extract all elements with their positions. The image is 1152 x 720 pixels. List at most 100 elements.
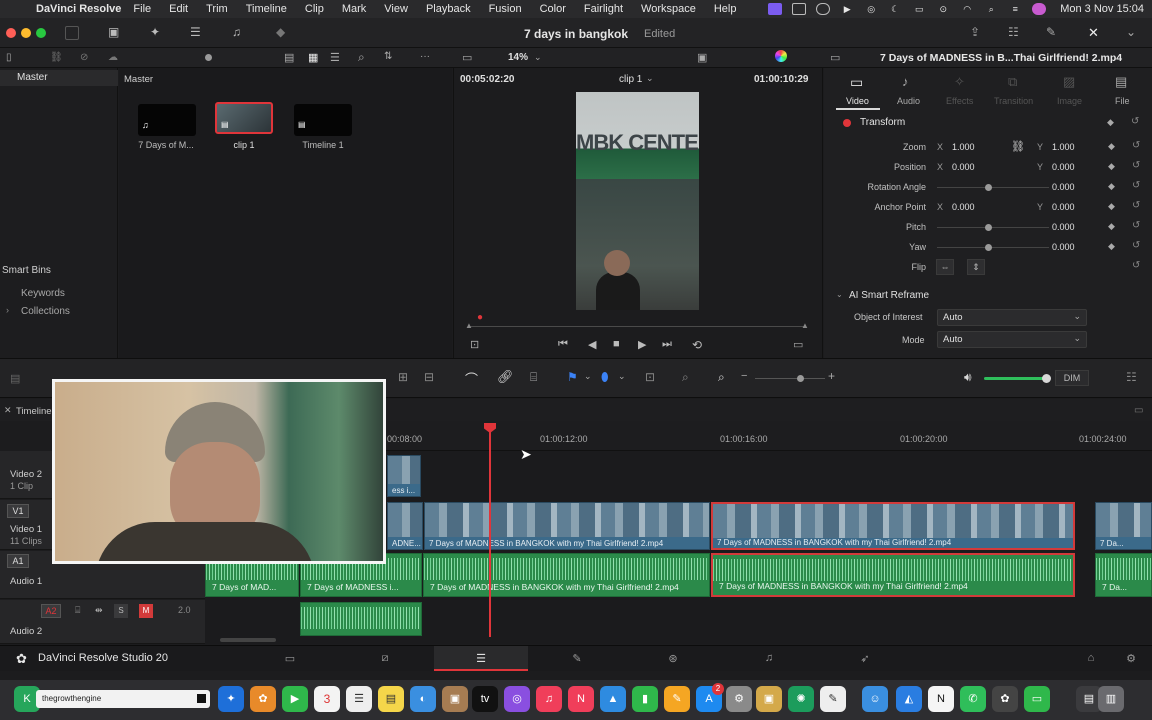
mixer-toggle-icon[interactable]: ☷: [1126, 370, 1137, 384]
unlink-icon[interactable]: ⊘: [80, 52, 88, 63]
keynote-icon[interactable]: ▲: [600, 686, 626, 712]
position-y-value[interactable]: 0.000: [1052, 162, 1075, 172]
scrubber-track[interactable]: [470, 326, 806, 327]
sound-library-icon[interactable]: ♫: [232, 25, 241, 39]
overwrite-icon[interactable]: ⊟: [424, 370, 434, 384]
viewer-frame[interactable]: MBK CENTER: [576, 92, 699, 310]
pitch-slider-track[interactable]: [937, 227, 1049, 228]
close-timeline-icon[interactable]: ✕: [4, 405, 12, 416]
list-view-icon[interactable]: ☰: [330, 51, 340, 64]
clip-thumbnail-selected[interactable]: ▤: [215, 102, 273, 134]
timeline-thumbnail[interactable]: ▤: [294, 104, 352, 136]
tab-effects[interactable]: Effects: [946, 96, 973, 106]
tab-video[interactable]: Video: [846, 96, 869, 106]
zoom-y-value[interactable]: 1.000: [1052, 142, 1075, 152]
inspector-panel-icon[interactable]: ▭: [830, 51, 840, 64]
sort-icon[interactable]: ⇅: [384, 51, 392, 62]
reset-icon[interactable]: ↺: [1132, 220, 1140, 231]
finder-icon[interactable]: ☺: [862, 686, 888, 712]
image-tab-icon[interactable]: ▨: [1063, 74, 1075, 90]
audio-tab-icon[interactable]: ♪: [902, 74, 909, 89]
flip-vertical-icon[interactable]: ⇕: [967, 259, 985, 275]
rotation-slider-handle[interactable]: [985, 184, 992, 191]
close-window-button[interactable]: [6, 28, 16, 38]
anchor-x-value[interactable]: 0.000: [952, 202, 975, 212]
preview-icon[interactable]: ◐: [410, 686, 436, 712]
in-marker-icon[interactable]: ▲: [465, 321, 473, 330]
edit-index-icon[interactable]: ☰: [190, 25, 201, 39]
menu-timeline[interactable]: Timeline: [246, 3, 287, 15]
solo-button[interactable]: S: [114, 604, 128, 618]
calendar-icon[interactable]: 3: [314, 686, 340, 712]
screen-record-icon[interactable]: [768, 3, 783, 15]
clip-thumbnail-audio[interactable]: ♫: [138, 104, 196, 136]
chevron-down-icon[interactable]: ⌄: [618, 371, 626, 382]
volume-slider-track[interactable]: [984, 377, 1046, 380]
flip-horizontal-icon[interactable]: ⇔: [936, 259, 954, 275]
collections-bin[interactable]: Collections: [21, 306, 70, 317]
cinema-view-icon[interactable]: ▭: [793, 338, 803, 351]
dim-button[interactable]: DIM: [1055, 370, 1089, 386]
facetime-icon[interactable]: ▶: [282, 686, 308, 712]
record-timecode[interactable]: 01:00:10:29: [754, 74, 808, 85]
effects-icon[interactable]: ✦: [150, 25, 160, 39]
position-x-value[interactable]: 0.000: [952, 162, 975, 172]
viewer-options-icon[interactable]: ▣: [697, 51, 707, 64]
transition-tab-icon[interactable]: ⧉: [1008, 74, 1017, 90]
video-clip[interactable]: 7 Days of MADNESS in BANGKOK with my Tha…: [424, 502, 710, 550]
mode-select[interactable]: Auto ⌄: [937, 331, 1087, 348]
pitch-value[interactable]: 0.000: [1052, 222, 1075, 232]
keyframe-icon[interactable]: ◆: [1108, 221, 1115, 232]
moon-icon[interactable]: ☾: [888, 3, 902, 15]
reset-icon[interactable]: ↺: [1132, 240, 1140, 251]
keyframe-icon[interactable]: ◆: [1107, 117, 1114, 128]
zoom-in-icon[interactable]: +: [828, 369, 835, 383]
track-code[interactable]: V1: [7, 504, 29, 518]
video-clip-selected[interactable]: 7 Days of MADNESS in BANGKOK with my Tha…: [711, 502, 1075, 550]
skip-back-icon[interactable]: ⏮: [558, 338, 568, 351]
whatsapp-icon[interactable]: ✆: [960, 686, 986, 712]
chevron-right-icon[interactable]: ›: [6, 305, 9, 315]
file-tab-icon[interactable]: ▤: [1115, 74, 1127, 90]
menu-workspace[interactable]: Workspace: [641, 3, 696, 15]
thumbnail-view-icon[interactable]: ▦: [308, 51, 318, 64]
viewer-clip-name[interactable]: clip 1: [619, 74, 642, 85]
home-icon[interactable]: ⌂: [1084, 652, 1098, 664]
photos-icon[interactable]: ✿: [250, 686, 276, 712]
chevron-down-icon[interactable]: ⌄: [584, 371, 592, 382]
thumbnail-size-slider[interactable]: [205, 54, 212, 61]
out-marker-icon[interactable]: ▲: [801, 321, 809, 330]
linked-selection-icon[interactable]: 🔗︎: [497, 369, 514, 385]
reset-icon[interactable]: ↺: [1132, 200, 1140, 211]
archive-icon[interactable]: ▣: [442, 686, 468, 712]
notes-icon[interactable]: ▤: [378, 686, 404, 712]
deliver-page-icon[interactable]: ➶: [858, 652, 872, 665]
volume-slider-handle[interactable]: [1042, 374, 1051, 383]
transitions-icon[interactable]: ◆: [276, 25, 285, 39]
fullscreen-icon[interactable]: [65, 26, 79, 40]
trash-icon[interactable]: ▥: [1098, 686, 1124, 712]
play-icon[interactable]: ▶: [840, 3, 854, 15]
rotation-value[interactable]: 0.000: [1052, 182, 1075, 192]
yaw-slider-handle[interactable]: [985, 244, 992, 251]
rotation-slider-track[interactable]: [937, 187, 1049, 188]
zoom-slider-handle[interactable]: [797, 375, 804, 382]
share-icon[interactable]: ⇪: [970, 25, 980, 39]
play-icon[interactable]: ▶: [638, 338, 646, 351]
snapping-icon[interactable]: ⌒: [465, 369, 478, 388]
mute-button[interactable]: M: [139, 604, 153, 618]
system-settings-icon[interactable]: ⚙: [726, 686, 752, 712]
sidebar-toggle-icon[interactable]: ▯: [6, 52, 12, 63]
numbers-icon[interactable]: ▮: [632, 686, 658, 712]
menu-mark[interactable]: Mark: [342, 3, 366, 15]
music-icon[interactable]: ♫: [536, 686, 562, 712]
play-reverse-icon[interactable]: ◀: [588, 338, 596, 351]
control-center-icon[interactable]: ≡: [1008, 3, 1022, 15]
keywords-bin[interactable]: Keywords: [21, 288, 65, 299]
mixer-icon[interactable]: ☷: [1008, 25, 1019, 39]
news-icon[interactable]: N: [568, 686, 594, 712]
fairlight-page-icon[interactable]: ♫: [762, 652, 776, 664]
color-page-icon[interactable]: ⊛: [666, 652, 680, 665]
link-icon[interactable]: ⛓: [1011, 140, 1025, 153]
menu-edit[interactable]: Edit: [169, 3, 188, 15]
